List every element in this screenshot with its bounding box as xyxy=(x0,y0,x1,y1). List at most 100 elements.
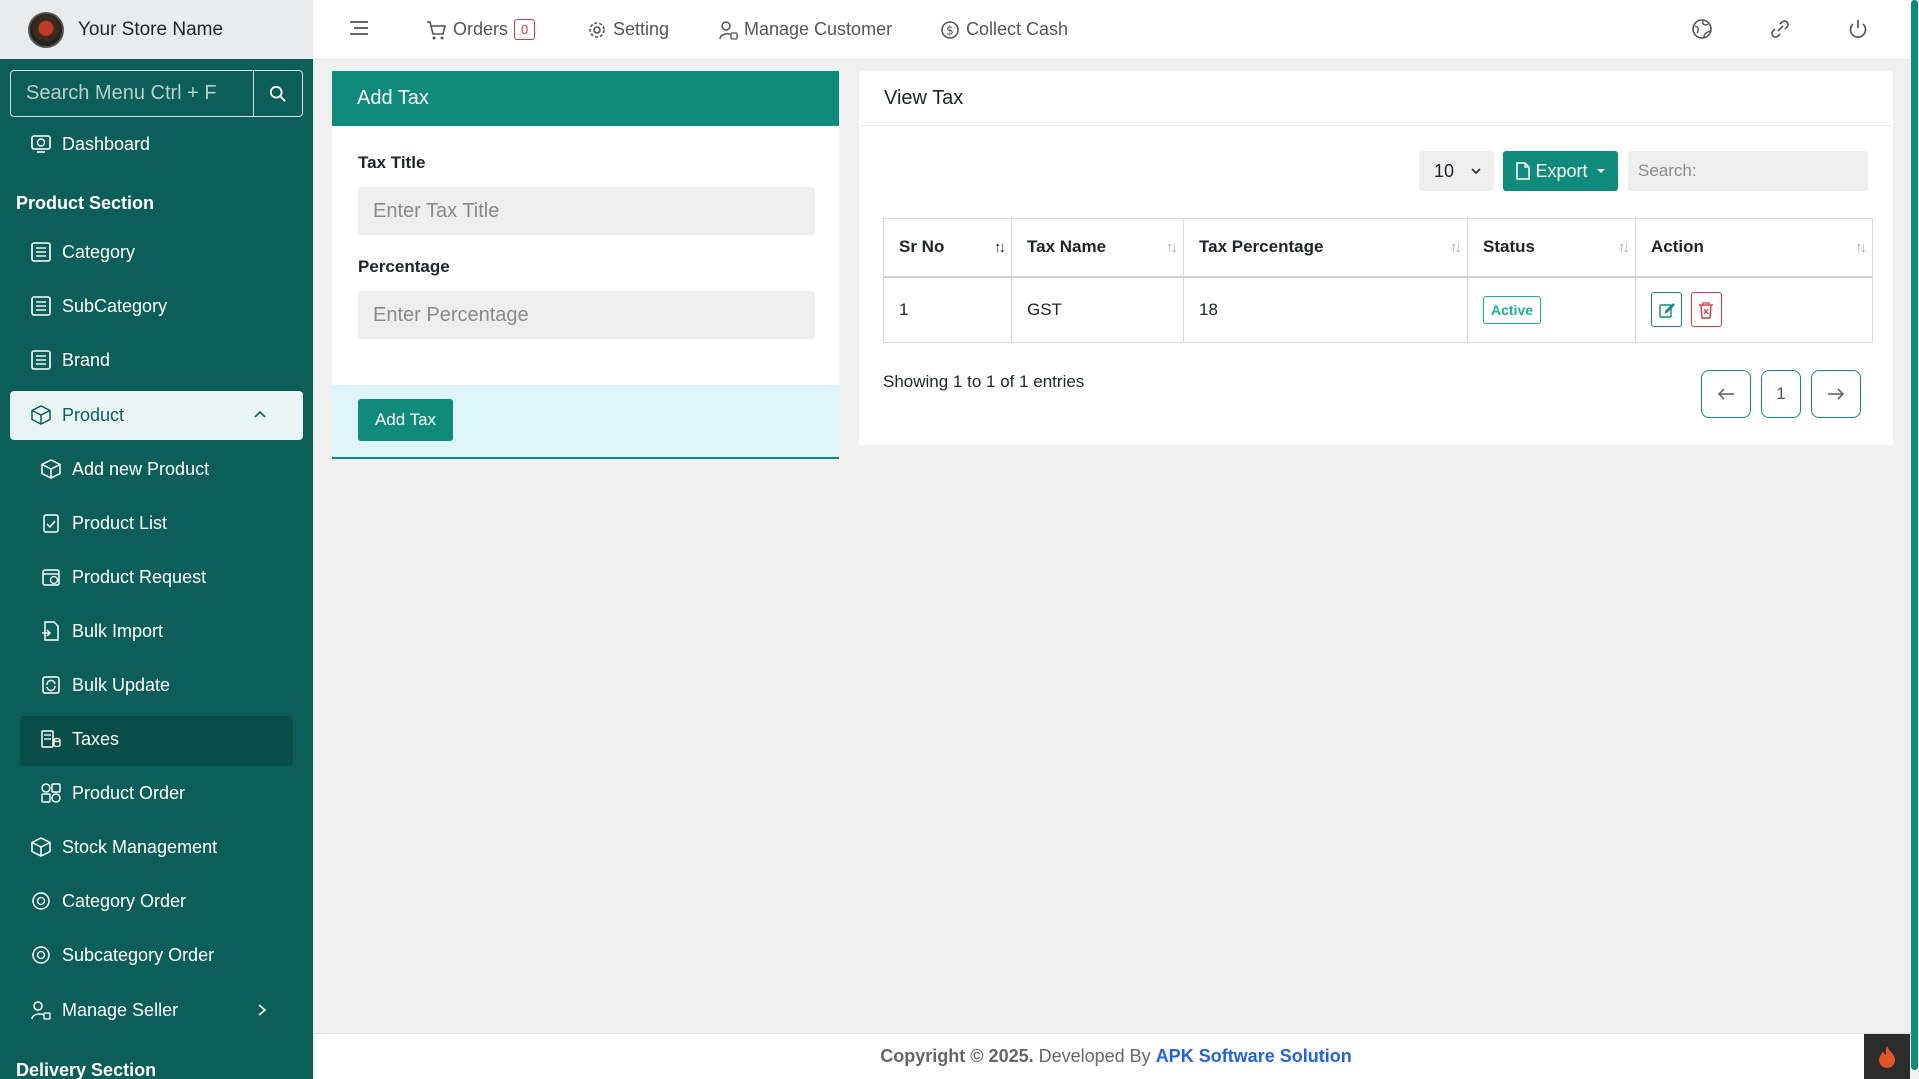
status-badge[interactable]: Active xyxy=(1483,295,1542,324)
add-tax-button[interactable]: Add Tax xyxy=(358,399,453,441)
col-label: Sr No xyxy=(899,237,945,257)
power-icon[interactable] xyxy=(1845,16,1871,42)
svg-text:$: $ xyxy=(946,23,954,37)
menu-search-input[interactable]: Search Menu Ctrl + F xyxy=(11,71,254,116)
link-icon[interactable] xyxy=(1767,16,1793,42)
entries-info: Showing 1 to 1 of 1 entries xyxy=(883,372,1085,391)
add-tax-card: Add Tax Tax Title Enter Tax Title Percen… xyxy=(332,71,839,459)
sidebar-item-label: Add new Product xyxy=(72,458,210,479)
col-label: Action xyxy=(1651,237,1704,257)
cell-name: GST xyxy=(1011,276,1184,343)
store-name: Your Store Name xyxy=(78,18,224,40)
store-logo xyxy=(28,11,64,48)
sidebar-item-label: Product Order xyxy=(72,782,186,803)
nav-setting[interactable]: Setting xyxy=(587,0,669,59)
sidebar-item-category[interactable]: Category xyxy=(30,237,135,267)
prev-page-button[interactable] xyxy=(1701,370,1751,418)
sidebar-item-bulk-import[interactable]: Bulk Import xyxy=(40,616,163,646)
sidebar-item-label: Product xyxy=(62,404,125,425)
list-icon xyxy=(30,241,52,263)
sync-icon xyxy=(30,890,52,912)
next-page-button[interactable] xyxy=(1811,370,1861,418)
view-tax-card: View Tax 10 Export Search: Sr No ↑↓ Tax N… xyxy=(859,71,1893,445)
nav-manage-customer[interactable]: Manage Customer xyxy=(718,0,892,59)
page-scrollbar[interactable] xyxy=(1910,0,1919,1079)
user-lock-icon xyxy=(30,999,52,1021)
sidebar-item-product-list[interactable]: Product List xyxy=(40,508,167,538)
tax-title-input[interactable]: Enter Tax Title xyxy=(358,187,815,235)
menu-search-button[interactable] xyxy=(254,71,302,116)
percentage-label: Percentage xyxy=(358,257,450,276)
caret-down-icon xyxy=(1596,169,1605,173)
per-page-select[interactable]: 10 xyxy=(1419,151,1494,191)
table-search-input[interactable]: Search: xyxy=(1628,151,1868,191)
sidebar-item-product-order[interactable]: Product Order xyxy=(40,778,185,808)
sidebar-item-label: Taxes xyxy=(72,728,120,749)
sidebar-item-label: SubCategory xyxy=(62,295,168,316)
sidebar-item-dashboard[interactable]: Dashboard xyxy=(30,129,150,159)
orders-count-badge: 0 xyxy=(514,19,536,40)
sort-icon: ↑↓ xyxy=(1166,239,1178,256)
scrollbar-thumb[interactable] xyxy=(1911,0,1918,1070)
sort-asc-icon: ↑↓ xyxy=(994,239,1006,256)
tax-table: Sr No ↑↓ Tax Name ↑↓ Tax Percentage ↑↓ Stat… xyxy=(883,218,1873,343)
col-tax-percentage[interactable]: Tax Percentage ↑↓ xyxy=(1183,218,1468,278)
sidebar-item-product[interactable]: Product xyxy=(30,400,280,430)
menu-toggle-icon[interactable] xyxy=(348,18,370,43)
sidebar-item-taxes[interactable]: Taxes xyxy=(40,724,119,754)
sidebar-item-bulk-update[interactable]: Bulk Update xyxy=(40,670,170,700)
nav-manage-customer-label: Manage Customer xyxy=(744,19,893,39)
sidebar-item-product-request[interactable]: Product Request xyxy=(40,562,206,592)
edit-button[interactable] xyxy=(1651,292,1682,328)
box-plus-icon xyxy=(40,458,62,480)
export-label: Export xyxy=(1535,160,1588,181)
sort-icon: ↑↓ xyxy=(1855,239,1867,256)
menu-search: Search Menu Ctrl + F xyxy=(10,70,303,117)
col-tax-name[interactable]: Tax Name ↑↓ xyxy=(1011,218,1184,278)
file-import-icon xyxy=(40,620,62,642)
table-row: 1 GST 18 Active xyxy=(883,276,1873,343)
chevron-up-icon xyxy=(252,406,268,427)
sidebar-item-stock-management[interactable]: Stock Management xyxy=(30,832,217,862)
calendar-check-icon xyxy=(40,566,62,588)
page-footer: Copyright © 2025. Developed By APK Softw… xyxy=(313,1033,1919,1079)
sync-icon xyxy=(30,944,52,966)
delete-button[interactable] xyxy=(1690,292,1722,328)
sidebar-item-brand[interactable]: Brand xyxy=(30,345,110,375)
coins-list-icon xyxy=(40,728,62,750)
sidebar-item-category-order[interactable]: Category Order xyxy=(30,886,186,916)
col-sr-no[interactable]: Sr No ↑↓ xyxy=(883,218,1012,278)
chevron-right-icon xyxy=(255,1002,269,1023)
sidebar-item-subcategory[interactable]: SubCategory xyxy=(30,291,167,321)
nav-orders[interactable]: Orders 0 xyxy=(425,0,536,59)
col-action[interactable]: Action ↑↓ xyxy=(1635,218,1873,278)
clipboard-check-icon xyxy=(40,512,62,534)
box-icon xyxy=(30,404,52,426)
list-icon xyxy=(30,295,52,317)
col-status[interactable]: Status ↑↓ xyxy=(1467,218,1636,278)
sidebar-item-label: Stock Management xyxy=(62,836,218,857)
col-label: Tax Percentage xyxy=(1199,237,1324,257)
nav-collect-cash[interactable]: $ Collect Cash xyxy=(940,0,1068,59)
sidebar-item-label: Product List xyxy=(72,512,168,533)
gear-icon xyxy=(589,21,605,38)
sidebar-item-manage-seller[interactable]: Manage Seller xyxy=(30,995,280,1025)
sidebar-item-add-new-product[interactable]: Add new Product xyxy=(40,454,209,484)
page-number-button[interactable]: 1 xyxy=(1761,370,1801,418)
order-icon xyxy=(40,782,62,804)
store-brand[interactable]: Your Store Name xyxy=(0,0,313,59)
export-button[interactable]: Export xyxy=(1503,151,1618,191)
dashboard-icon xyxy=(30,133,52,155)
globe-icon[interactable] xyxy=(1689,16,1715,42)
fire-icon[interactable] xyxy=(1864,1034,1910,1079)
sidebar-item-subcategory-order[interactable]: Subcategory Order xyxy=(30,940,214,970)
refresh-icon xyxy=(40,674,62,696)
nav-setting-label: Setting xyxy=(613,19,670,39)
sidebar-item-label: Manage Seller xyxy=(62,999,179,1020)
sidebar-item-label: Product Request xyxy=(72,566,207,587)
tax-title-label: Tax Title xyxy=(358,153,426,172)
footer-company-link[interactable]: APK Software Solution xyxy=(1156,1046,1352,1067)
chevron-down-icon xyxy=(1471,168,1481,175)
percentage-input[interactable]: Enter Percentage xyxy=(358,291,815,339)
nav-orders-label: Orders xyxy=(453,19,509,39)
